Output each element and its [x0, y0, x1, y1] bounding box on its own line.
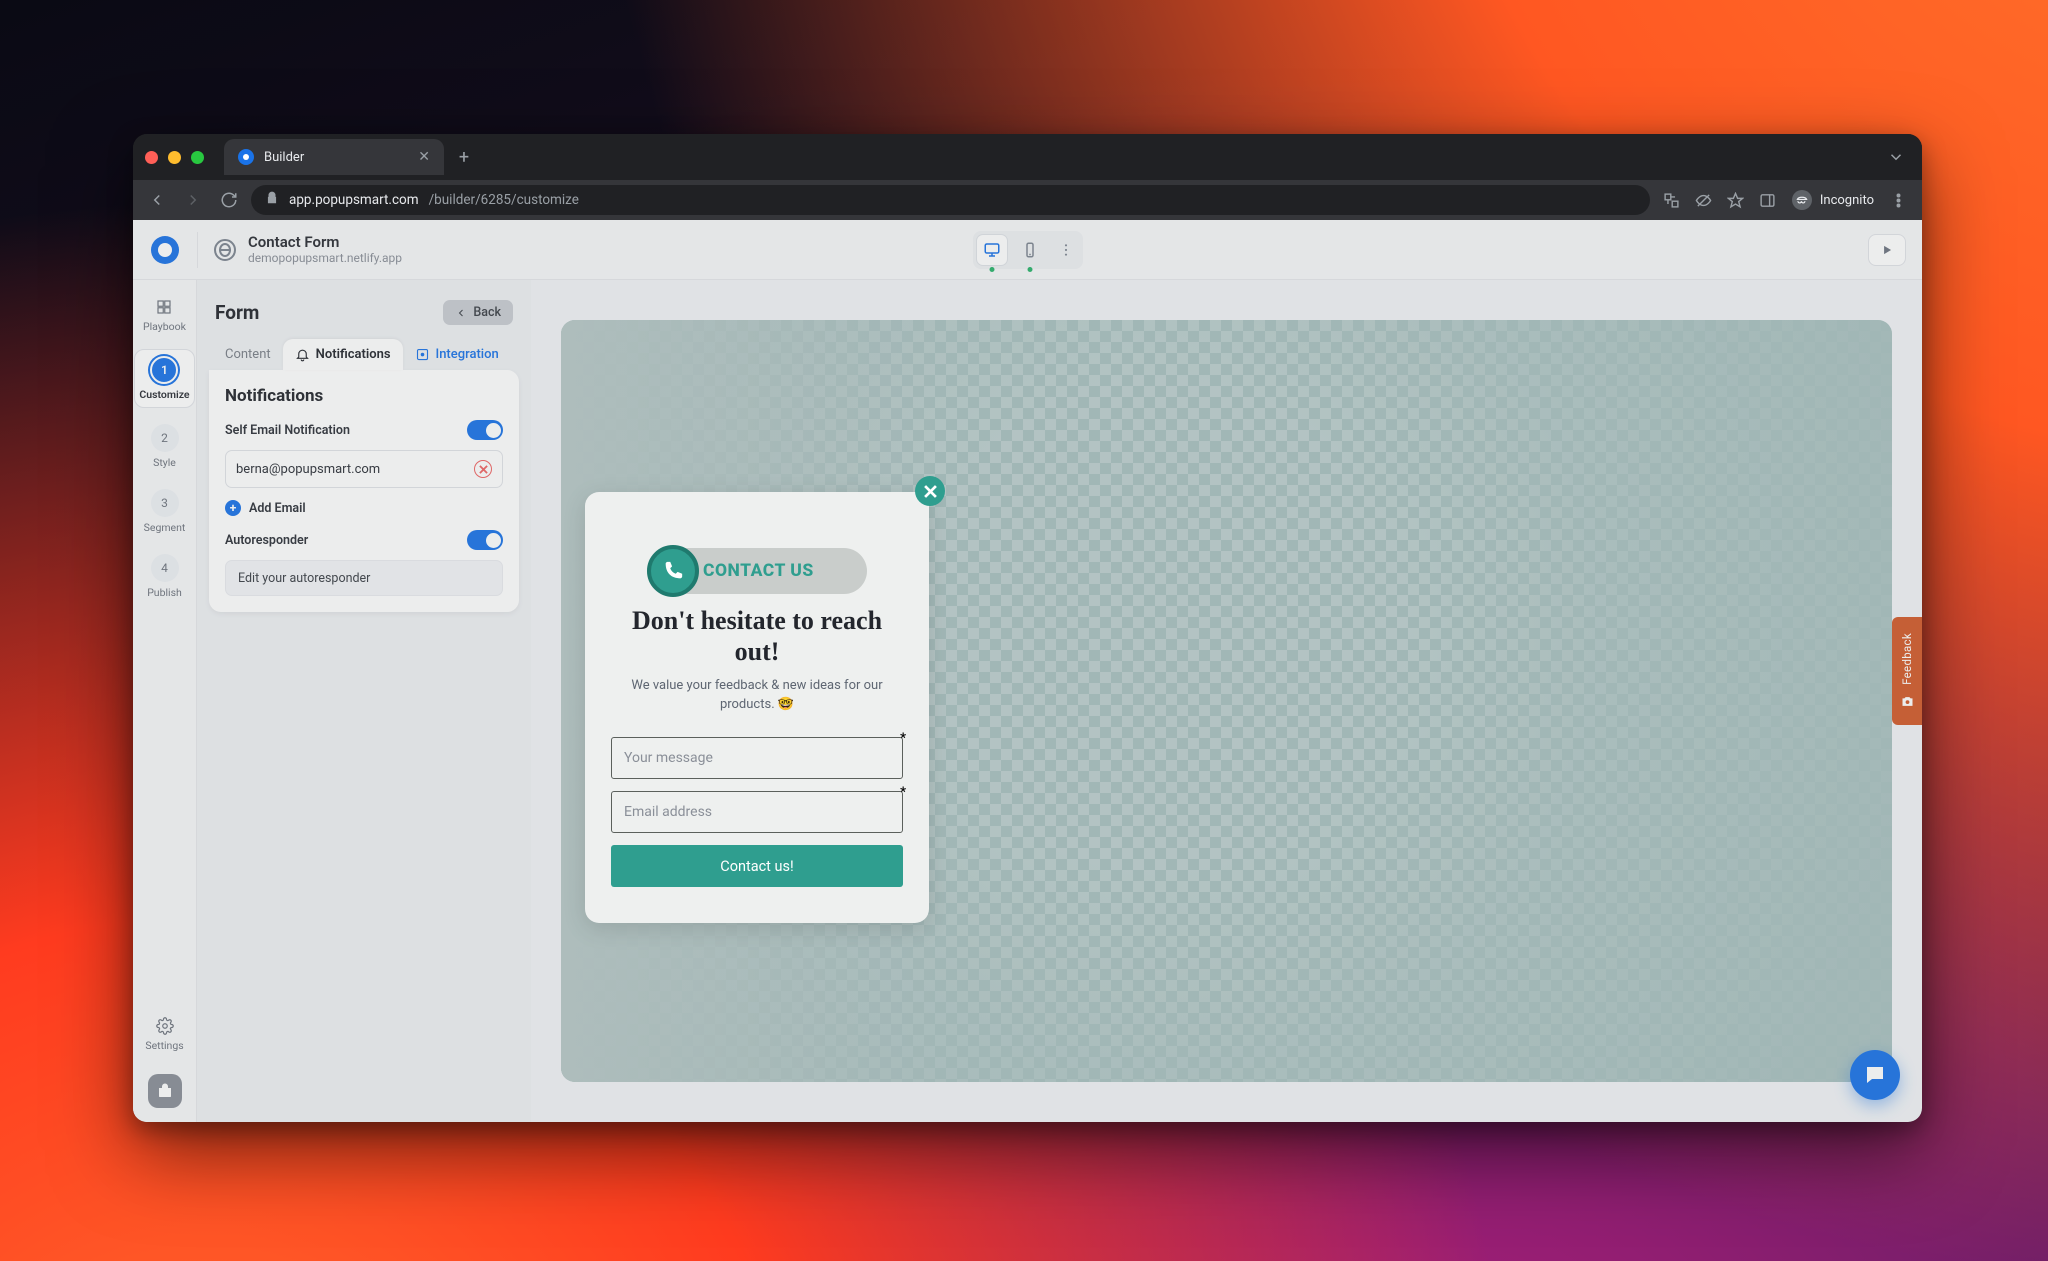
device-more-icon[interactable]	[1053, 235, 1079, 265]
maximize-window-icon[interactable]	[191, 151, 204, 164]
self-email-toggle[interactable]	[467, 420, 503, 440]
feedback-label: Feedback	[1900, 633, 1914, 685]
email-input[interactable]: berna@popupsmart.com	[225, 450, 503, 488]
nav-back-icon[interactable]	[143, 186, 171, 214]
email-value: berna@popupsmart.com	[236, 462, 380, 477]
back-label: Back	[473, 305, 501, 320]
window-controls	[145, 151, 204, 164]
bookmark-star-icon[interactable]	[1722, 186, 1750, 214]
rail-step-number: 4	[151, 554, 179, 582]
rail-style[interactable]: 2 Style	[147, 420, 183, 473]
rail-label: Customize	[139, 388, 189, 401]
tab-strip: Builder ✕ +	[133, 134, 1922, 180]
incognito-indicator[interactable]: Incognito	[1786, 190, 1880, 210]
rail-customize[interactable]: 1 Customize	[134, 349, 194, 408]
campaign-title: Contact Form	[248, 233, 402, 251]
popup-message-input[interactable]: Your message*	[611, 737, 903, 779]
panel-tabs: Content Notifications Integration	[209, 339, 519, 370]
edit-autoresponder-button[interactable]: Edit your autoresponder	[225, 560, 503, 596]
app-page: Contact Form demopopupsmart.netlify.app …	[133, 220, 1922, 1122]
new-tab-button[interactable]: +	[450, 143, 478, 171]
autoresponder-toggle[interactable]	[467, 530, 503, 550]
notifications-card: Notifications Self Email Notification be…	[209, 370, 519, 612]
reload-icon[interactable]	[215, 186, 243, 214]
lock-icon	[265, 191, 279, 209]
popup-badge: CONTACT US	[647, 548, 867, 594]
popup-email-input[interactable]: Email address*	[611, 791, 903, 833]
feedback-tab[interactable]: Feedback	[1892, 617, 1922, 725]
rail-step-number: 1	[150, 356, 178, 384]
add-email-label: Add Email	[249, 501, 306, 516]
remove-email-icon[interactable]	[474, 460, 492, 478]
eye-off-icon[interactable]	[1690, 186, 1718, 214]
browser-window: Builder ✕ + app.popupsmart.com/builder/6…	[133, 134, 1922, 1122]
rail-step-number: 3	[151, 489, 179, 517]
back-button[interactable]: Back	[443, 300, 513, 325]
device-preview-switch	[973, 231, 1083, 269]
translate-icon[interactable]	[1658, 186, 1686, 214]
rail-playbook[interactable]: Playbook	[139, 294, 190, 337]
campaign-domain: demopopupsmart.netlify.app	[248, 251, 402, 265]
side-panel: Form Back Content Notifications Integrat…	[197, 280, 531, 1122]
left-rail: Playbook 1 Customize 2 Style 3 Segment 4…	[133, 280, 197, 1122]
bell-icon	[295, 347, 310, 362]
camera-icon	[1900, 694, 1915, 709]
tab-notifications[interactable]: Notifications	[283, 339, 403, 370]
url-host: app.popupsmart.com	[289, 192, 419, 208]
plus-icon: +	[225, 500, 241, 516]
tab-favicon	[238, 149, 254, 165]
tab-title: Builder	[264, 150, 304, 165]
integration-icon	[415, 347, 430, 362]
card-title: Notifications	[225, 386, 503, 406]
close-window-icon[interactable]	[145, 151, 158, 164]
close-tab-icon[interactable]: ✕	[418, 150, 430, 164]
device-mobile[interactable]	[1015, 235, 1045, 265]
tab-integration[interactable]: Integration	[403, 339, 511, 370]
campaign-title-block: Contact Form demopopupsmart.netlify.app	[248, 233, 402, 265]
self-email-label: Self Email Notification	[225, 423, 350, 438]
browser-toolbar: app.popupsmart.com/builder/6285/customiz…	[133, 180, 1922, 220]
panel-heading: Form	[215, 301, 259, 324]
url-path: /builder/6285/customize	[429, 192, 579, 208]
preview-play-button[interactable]	[1868, 234, 1906, 266]
popup-heading: Don't hesitate to reach out!	[611, 606, 903, 667]
app-logo[interactable]	[133, 220, 197, 280]
phone-icon	[647, 545, 699, 597]
address-bar[interactable]: app.popupsmart.com/builder/6285/customiz…	[251, 185, 1650, 215]
globe-icon[interactable]	[214, 239, 236, 261]
rail-label: Publish	[147, 586, 182, 599]
popup-close-icon[interactable]	[915, 476, 945, 506]
incognito-label: Incognito	[1820, 193, 1874, 208]
chat-launcher[interactable]	[1850, 1050, 1900, 1100]
tabs-dropdown-icon[interactable]	[1882, 143, 1910, 171]
popup-body: We value your feedback & new ideas for o…	[611, 677, 903, 715]
settings-label: Settings	[145, 1039, 183, 1052]
browser-menu-icon[interactable]	[1884, 186, 1912, 214]
autoresponder-label: Autoresponder	[225, 533, 308, 548]
rail-label: Playbook	[143, 320, 186, 333]
rail-step-number: 2	[151, 424, 179, 452]
rail-label: Style	[153, 456, 176, 469]
popup-badge-text: CONTACT US	[703, 561, 814, 581]
rail-publish[interactable]: 4 Publish	[143, 550, 186, 603]
rail-label: Segment	[144, 521, 186, 534]
tab-content[interactable]: Content	[213, 339, 283, 370]
rail-segment[interactable]: 3 Segment	[140, 485, 190, 538]
sidepanel-icon[interactable]	[1754, 186, 1782, 214]
canvas-area: CONTACT US Don't hesitate to reach out! …	[531, 280, 1922, 1122]
browser-tab[interactable]: Builder ✕	[224, 139, 444, 175]
minimize-window-icon[interactable]	[168, 151, 181, 164]
nav-forward-icon[interactable]	[179, 186, 207, 214]
device-desktop[interactable]	[977, 235, 1007, 265]
rail-settings[interactable]: Settings	[145, 1017, 183, 1052]
popup-preview[interactable]: CONTACT US Don't hesitate to reach out! …	[585, 492, 929, 923]
app-header: Contact Form demopopupsmart.netlify.app	[133, 220, 1922, 280]
chat-icon	[1863, 1063, 1887, 1087]
rail-toolbox[interactable]	[148, 1074, 182, 1108]
add-email-button[interactable]: + Add Email	[225, 500, 503, 516]
preview-canvas[interactable]: CONTACT US Don't hesitate to reach out! …	[561, 320, 1892, 1082]
incognito-icon	[1792, 190, 1812, 210]
popup-submit-button[interactable]: Contact us!	[611, 845, 903, 887]
